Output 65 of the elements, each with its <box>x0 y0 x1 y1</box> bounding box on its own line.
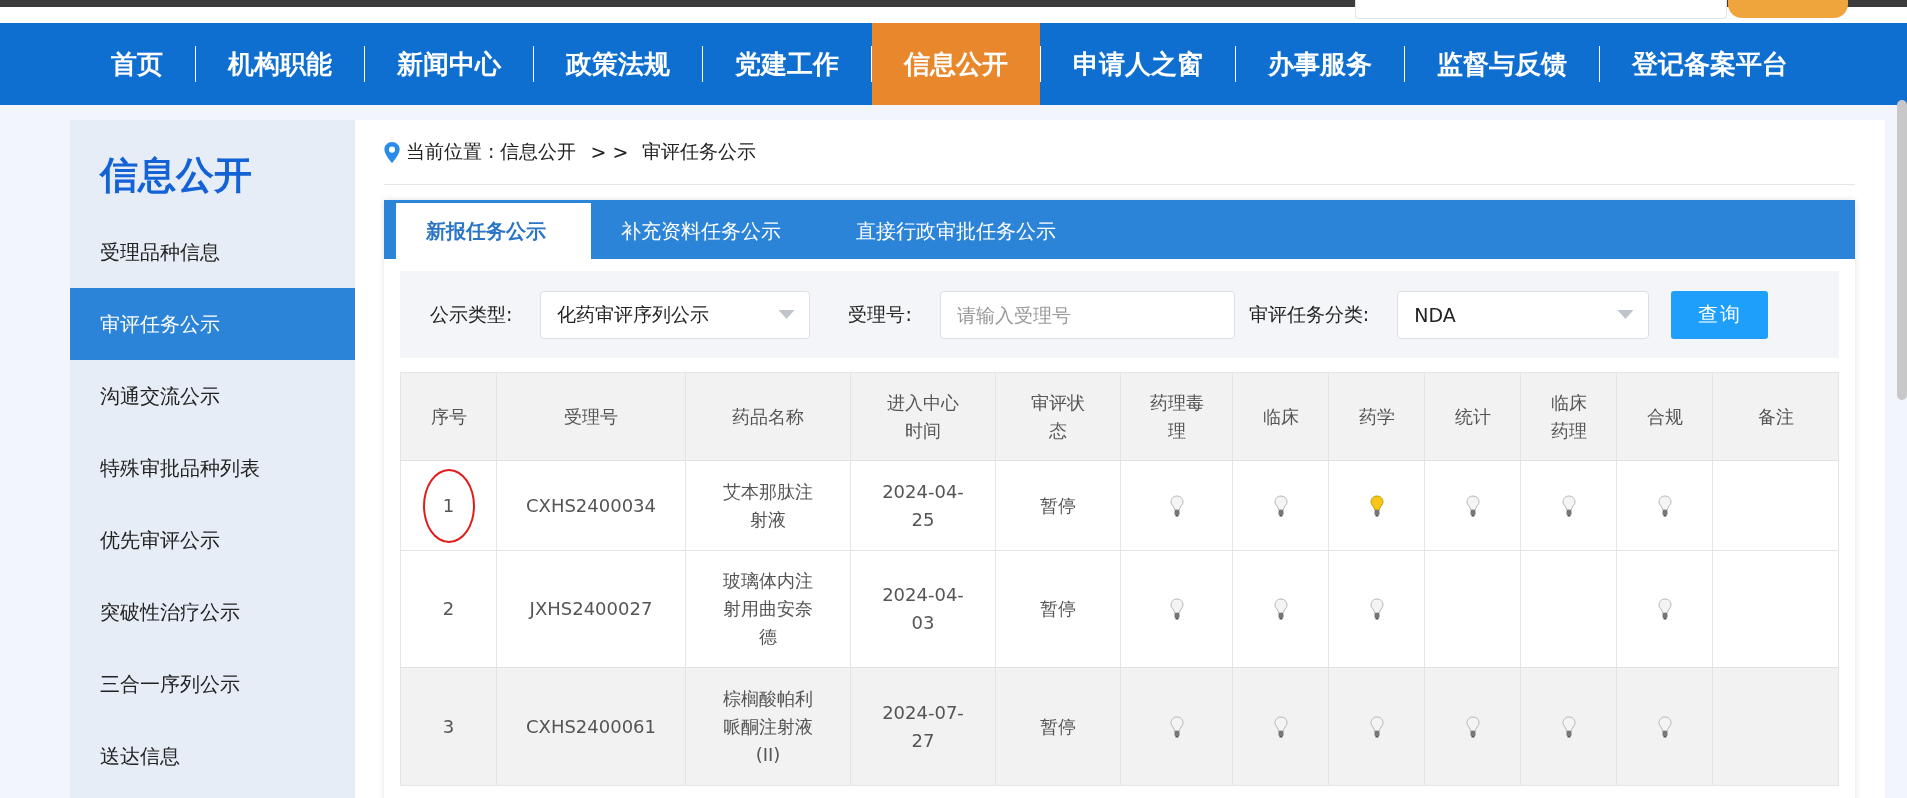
table-cell: 2024-04-25 <box>882 480 964 530</box>
table-cell: 暂停 <box>1040 494 1076 516</box>
column-header: 备注 <box>1712 372 1839 461</box>
nav-item[interactable]: 办事服务 <box>1236 23 1404 105</box>
tab[interactable]: 新报任务公示 <box>396 203 591 259</box>
table-cell: 艾本那肽注射液 <box>723 480 813 530</box>
sidebar-item[interactable]: 突破性治疗公示 <box>70 576 355 648</box>
sidebar-item[interactable]: 三合一序列公示 <box>70 648 355 720</box>
nav-item[interactable]: 政策法规 <box>534 23 702 105</box>
breadcrumb-separator: > > <box>590 141 629 163</box>
caret-icon <box>1617 310 1635 319</box>
sidebar-item[interactable]: 审评任务公示 <box>70 288 355 360</box>
nav-item[interactable]: 申请人之窗 <box>1041 23 1235 105</box>
table-cell: 2024-07-27 <box>882 701 964 751</box>
search-field[interactable] <box>1355 0 1727 19</box>
column-header: 统计 <box>1424 372 1521 461</box>
table-cell: 暂停 <box>1040 715 1076 737</box>
tab[interactable]: 补充资料任务公示 <box>591 203 826 259</box>
table-cell: 玻璃体内注射用曲安奈德 <box>723 570 813 647</box>
table-cell: CXHS2400061 <box>526 715 656 737</box>
column-header: 审评状态 <box>995 372 1121 461</box>
sidebar-item[interactable]: 沟通交流公示 <box>70 360 355 432</box>
table-cell: JXHS2400027 <box>529 598 653 619</box>
table-cell: 棕榈酸帕利哌酮注射液(II) <box>723 687 813 765</box>
nav-item[interactable]: 信息公开 <box>872 23 1040 105</box>
column-header: 进入中心时间 <box>850 372 996 461</box>
table-cell: 1 <box>442 494 455 516</box>
column-header: 药品名称 <box>685 372 851 461</box>
filter-label: 审评任务分类: <box>1248 301 1370 327</box>
nav-item[interactable]: 机构职能 <box>196 23 364 105</box>
table-cell: 2024-04-03 <box>882 584 964 633</box>
table-cell: CXHS2400034 <box>526 494 656 516</box>
sidebar-item[interactable]: 送达信息 <box>70 720 355 792</box>
sidebar-title: 信息公开 <box>98 152 253 199</box>
sidebar-item[interactable]: 特殊审批品种列表 <box>70 432 355 504</box>
column-header: 序号 <box>400 372 497 461</box>
query-button[interactable]: 查询 <box>1671 290 1769 339</box>
breadcrumb-link[interactable]: 当前位置 : 信息公开 <box>406 139 577 165</box>
column-header: 药学 <box>1328 372 1425 461</box>
table-cell: 暂停 <box>1040 598 1076 619</box>
nav-item[interactable]: 党建工作 <box>703 23 871 105</box>
dropdown[interactable]: NDA <box>1397 290 1650 339</box>
column-header: 合规 <box>1616 372 1713 461</box>
nav-item[interactable]: 首页 <box>79 23 195 105</box>
sidebar-item[interactable]: 优先审评公示 <box>70 504 355 576</box>
tab[interactable]: 直接行政审批任务公示 <box>826 203 1101 259</box>
input-field[interactable]: 请输入受理号 <box>939 290 1235 339</box>
nav-item[interactable]: 新闻中心 <box>365 23 533 105</box>
filter-label: 公示类型: <box>430 301 513 327</box>
column-header: 临床药理 <box>1520 372 1617 461</box>
dropdown[interactable]: 化药审评序列公示 <box>540 290 811 339</box>
sidebar-item[interactable]: 受理品种信息 <box>70 216 355 288</box>
breadcrumb-current: 审评任务公示 <box>642 139 757 164</box>
location-pin-icon <box>384 141 400 163</box>
caret-icon <box>778 310 796 319</box>
column-header: 受理号 <box>496 372 686 461</box>
column-header: 临床 <box>1232 372 1329 461</box>
filter-label: 受理号: <box>848 301 912 327</box>
table-cell: 3 <box>442 715 455 737</box>
search-button[interactable] <box>1728 0 1848 18</box>
nav-item[interactable]: 监督与反馈 <box>1405 23 1599 105</box>
table-cell: 2 <box>442 598 455 619</box>
scrollbar[interactable] <box>1897 100 1907 400</box>
column-header: 药理毒理 <box>1120 372 1233 461</box>
nav-item[interactable]: 登记备案平台 <box>1600 23 1820 105</box>
